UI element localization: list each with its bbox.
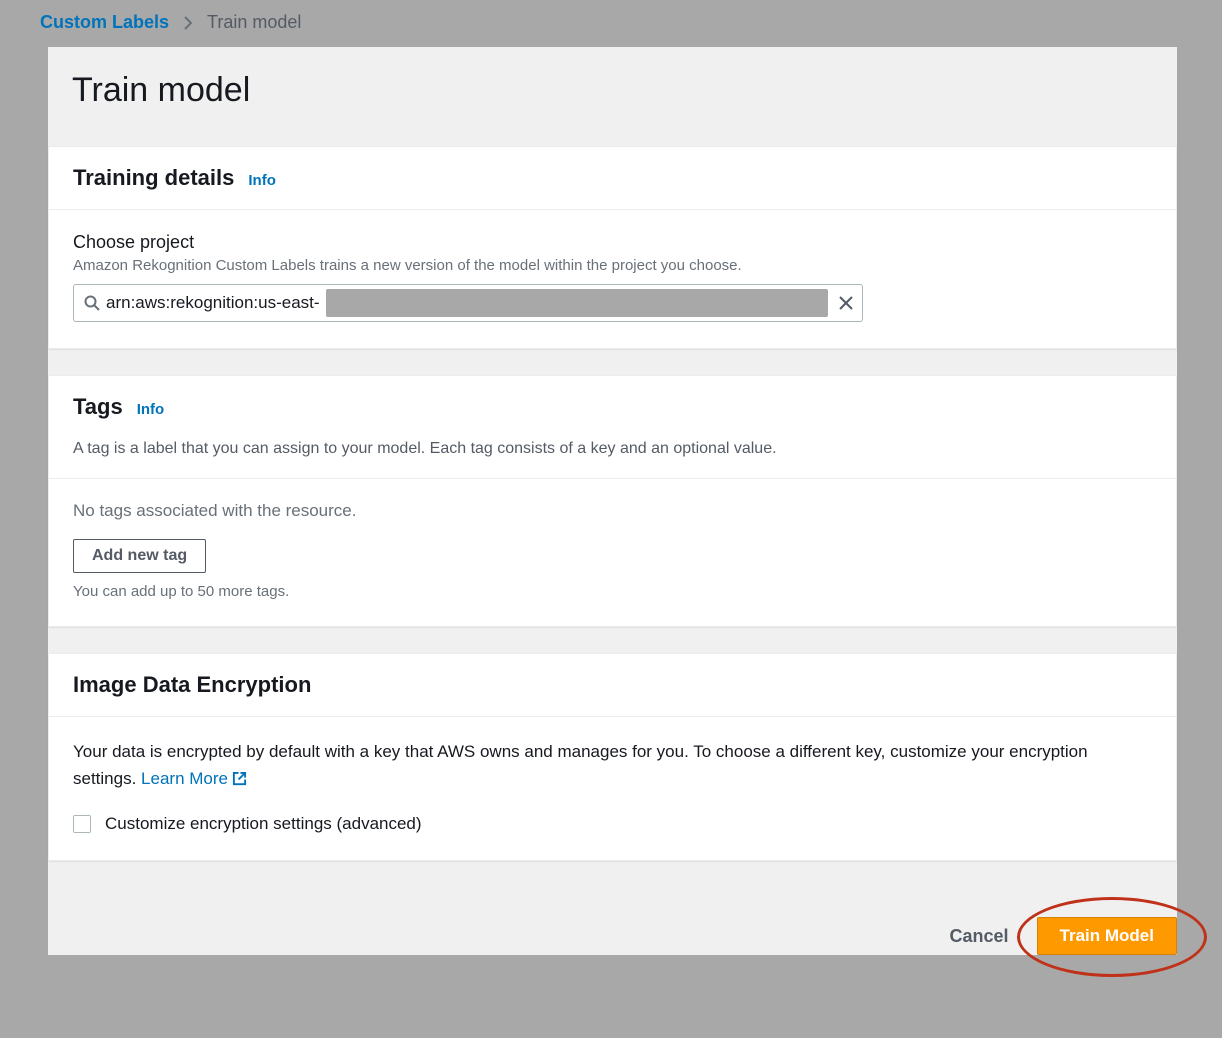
panel-encryption: Image Data Encryption Your data is encry…: [48, 653, 1177, 861]
breadcrumb: Custom Labels Train model: [0, 0, 1222, 47]
project-arn-visible: arn:aws:rekognition:us-east-: [106, 293, 326, 313]
choose-project-description: Amazon Rekognition Custom Labels trains …: [73, 257, 1152, 274]
page-header: Train model: [48, 47, 1177, 146]
clear-project-icon[interactable]: [838, 295, 854, 311]
page-title: Train model: [72, 71, 1153, 110]
choose-project-select[interactable]: arn:aws:rekognition:us-east-: [73, 284, 863, 322]
choose-project-label: Choose project: [73, 232, 1152, 253]
encryption-heading: Image Data Encryption: [73, 672, 311, 698]
cancel-button[interactable]: Cancel: [936, 918, 1023, 955]
page-container: Train model Training details Info Choose…: [48, 47, 1177, 955]
breadcrumb-current: Train model: [207, 12, 301, 33]
panel-training-details: Training details Info Choose project Ama…: [48, 146, 1177, 349]
breadcrumb-root-link[interactable]: Custom Labels: [40, 12, 169, 33]
tags-hint: You can add up to 50 more tags.: [73, 583, 1152, 600]
tags-subtext: A tag is a label that you can assign to …: [73, 438, 1152, 460]
train-model-button[interactable]: Train Model: [1037, 917, 1177, 955]
tags-heading: Tags: [73, 394, 123, 420]
add-new-tag-button[interactable]: Add new tag: [73, 539, 206, 573]
external-link-icon: [232, 771, 247, 786]
project-arn-redacted: [326, 289, 828, 317]
search-icon: [84, 295, 100, 311]
training-details-heading: Training details: [73, 165, 234, 191]
encryption-description: Your data is encrypted by default with a…: [73, 739, 1152, 792]
encryption-learn-more-link[interactable]: Learn More: [141, 766, 247, 792]
footer-actions: Cancel Train Model: [48, 887, 1177, 955]
tags-info-link[interactable]: Info: [137, 401, 165, 418]
panel-tags: Tags Info A tag is a label that you can …: [48, 375, 1177, 627]
customize-encryption-checkbox[interactable]: [73, 815, 91, 833]
chevron-right-icon: [183, 16, 193, 30]
training-info-link[interactable]: Info: [248, 172, 276, 189]
tags-empty-message: No tags associated with the resource.: [73, 501, 1152, 521]
customize-encryption-label: Customize encryption settings (advanced): [105, 814, 422, 834]
